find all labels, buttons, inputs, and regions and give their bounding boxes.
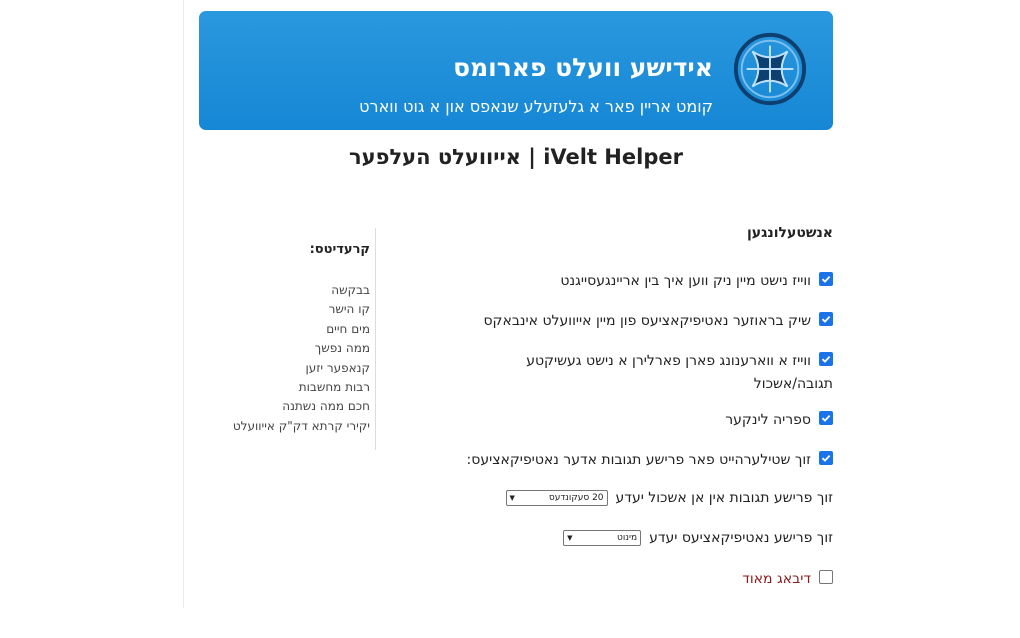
sub-option-replies-interval: זוך פרישע תגובות אין אן אשכול יעדע 20 סע… (505, 490, 833, 506)
option-label: זוך שטילערהייט פאר פרישע תגובות אדער נאט… (466, 452, 811, 468)
ivelt-logo (733, 32, 807, 106)
credit-item: רבות מחשבות (298, 379, 370, 394)
replies-interval-select[interactable]: 20 סעקונדעס ▼ (505, 490, 608, 506)
option-label: ספריה לינקער (725, 412, 811, 428)
credit-item: מים חיים (326, 321, 370, 336)
checkbox-hide-nick[interactable] (819, 272, 833, 286)
forum-banner[interactable]: אידישע וועלט פארומס קומט אריין פאר א גלע… (199, 11, 833, 130)
option-label: ווייז נישט מיין ניק ווען איך בין אריינגע… (560, 273, 811, 289)
credit-item: קו הישר (328, 302, 370, 317)
option-library-linker[interactable]: ספריה לינקער (725, 409, 833, 432)
sub-option-label: זוך פרישע נאטיפיקאציעס יעדע (649, 530, 833, 546)
credits-divider (375, 228, 376, 450)
checkmark-icon (821, 275, 831, 283)
credit-item: חכם ממה נשתנה (282, 399, 370, 414)
settings-heading: אנשטעלונגען (747, 225, 833, 241)
option-label-line1: ווייז א ווארענונג פארן פארלירן א נישט גע… (526, 353, 811, 369)
option-debug-mode[interactable]: דיבאג מאוד (742, 568, 833, 591)
credit-item: ממה נפשך (314, 341, 370, 356)
checkbox-debug-mode[interactable] (819, 570, 833, 584)
option-hide-nick[interactable]: ווייז נישט מיין ניק ווען איך בין אריינגע… (560, 270, 833, 293)
checkbox-browser-notifications[interactable] (819, 312, 833, 326)
page-left-border (183, 0, 184, 608)
checkmark-icon (821, 315, 831, 323)
checkmark-icon (821, 454, 831, 462)
option-label-line2: תגובה/אשכול (753, 376, 833, 392)
checkbox-library-linker[interactable] (819, 411, 833, 425)
select-value: מינוט (617, 533, 638, 543)
sub-option-label: זוך פרישע תגובות אין אן אשכול יעדע (615, 490, 833, 506)
chevron-down-icon: ▼ (509, 494, 515, 502)
credit-item: יקירי קרתא דק"ק אייוועלט (232, 418, 370, 433)
credit-item: קנאפער יזען (305, 360, 370, 375)
credit-item: בבקשה (331, 283, 370, 297)
page-title: iVelt Helper | אייוועלט העלפער (349, 145, 683, 169)
banner-subtitle: קומט אריין פאר א גלעזעלע שנאפס און א גוט… (359, 97, 713, 116)
option-browser-notifications[interactable]: שיק בראוזער נאטיפיקאציעס פון מיין אייווע… (483, 310, 833, 333)
notifications-interval-select[interactable]: מינוט ▼ (563, 530, 642, 546)
credits-list: בבקשה קו הישר מים חיים ממה נפשך קנאפער י… (233, 281, 370, 436)
option-label: שיק בראוזער נאטיפיקאציעס פון מיין אייווע… (483, 313, 811, 329)
option-background-check[interactable]: זוך שטילערהייט פאר פרישע תגובות אדער נאט… (467, 449, 833, 472)
credits-heading: קרעדיטס: (309, 242, 370, 257)
checkmark-icon (821, 414, 831, 422)
sub-option-notifications-interval: זוך פרישע נאטיפיקאציעס יעדע מינוט ▼ (563, 530, 833, 546)
chevron-down-icon: ▼ (567, 534, 573, 542)
checkbox-background-check[interactable] (819, 451, 833, 465)
select-value: 20 סעקונדעס (548, 493, 604, 503)
banner-title: אידישע וועלט פארומס (453, 53, 713, 82)
option-unsent-warning[interactable]: ווייז א ווארענונג פארן פארלירן א נישט גע… (526, 350, 833, 396)
checkmark-icon (821, 355, 831, 363)
option-label-debug: דיבאג מאוד (742, 571, 811, 587)
checkbox-unsent-warning[interactable] (819, 352, 833, 366)
option-label: ווייז א ווארענונג פארן פארלירן א נישט גע… (526, 350, 833, 396)
